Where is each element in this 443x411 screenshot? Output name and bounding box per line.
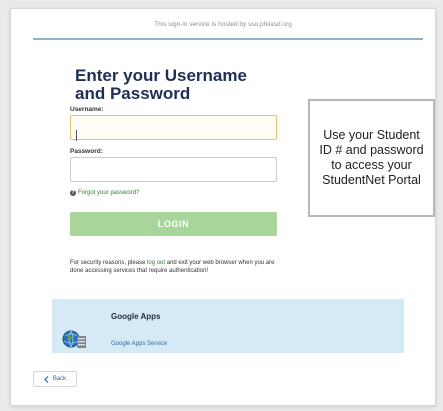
username-label: Username: xyxy=(70,106,104,113)
security-text-pre: For security reasons, please xyxy=(70,260,148,266)
page-title-line1: Enter your Username xyxy=(75,66,247,85)
back-button-label: Back xyxy=(52,376,67,382)
chevron-left-icon xyxy=(43,375,49,383)
hosted-by-text: This sign-in service is hosted by sso.ph… xyxy=(154,21,292,28)
google-apps-subtitle: Google Apps Service xyxy=(111,341,168,347)
password-label: Password: xyxy=(70,148,103,155)
forgot-password-text: Forgot your password? xyxy=(78,190,140,196)
instruction-callout: Use your Student ID # and password to ac… xyxy=(308,99,435,217)
globe-server-icon xyxy=(62,330,86,348)
log-out-link[interactable]: log out xyxy=(147,260,165,266)
sign-in-card: This sign-in service is hosted by sso.ph… xyxy=(10,8,436,406)
callout-text: Use your Student ID # and password to ac… xyxy=(319,128,424,187)
forgot-password-link[interactable]: ? Forgot your password? xyxy=(70,190,139,196)
google-apps-title: Google Apps xyxy=(111,312,161,321)
password-input[interactable] xyxy=(70,157,277,182)
security-notice: For security reasons, please log out and… xyxy=(70,259,282,275)
back-button[interactable]: Back xyxy=(33,371,77,387)
login-button[interactable]: LOGIN xyxy=(70,212,277,236)
header-divider xyxy=(33,38,423,40)
google-apps-service-panel[interactable]: Google Apps Google Apps Service xyxy=(52,299,404,353)
text-cursor xyxy=(76,130,77,141)
question-icon: ? xyxy=(70,190,76,196)
page-title-line2: and Password xyxy=(75,84,191,103)
username-input[interactable] xyxy=(70,115,277,140)
page-title: Enter your Username and Password xyxy=(75,67,247,103)
